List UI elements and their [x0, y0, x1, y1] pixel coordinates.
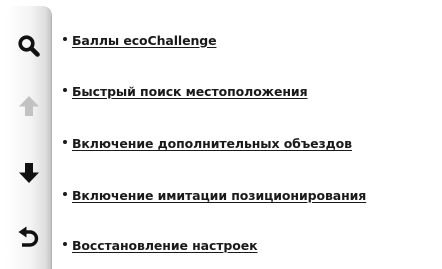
bullet-icon — [63, 88, 67, 92]
list-item[interactable]: Восстановление настроек — [60, 232, 258, 258]
search-icon — [17, 34, 41, 58]
scroll-up-button[interactable] — [6, 86, 51, 126]
scroll-down-button[interactable] — [6, 153, 51, 193]
list-item-label: Включение имитации позиционирования — [72, 187, 367, 203]
bullet-icon — [63, 192, 67, 196]
list-item-label: Баллы ecoChallenge — [72, 32, 217, 48]
list-item-label: Включение дополнительных объездов — [72, 135, 352, 151]
list-item[interactable]: Включение имитации позиционирования — [60, 182, 366, 208]
list-item[interactable]: Быстрый поиск местоположения — [60, 78, 308, 104]
list-item[interactable]: Включение дополнительных объездов — [60, 130, 352, 156]
list-item-label: Восстановление настроек — [72, 237, 258, 253]
back-button[interactable] — [6, 218, 51, 258]
settings-list-screen: Баллы ecoChallenge Быстрый поиск местопо… — [0, 0, 442, 269]
back-icon — [17, 226, 41, 250]
settings-list: Баллы ecoChallenge Быстрый поиск местопо… — [60, 0, 430, 269]
bullet-icon — [63, 37, 67, 41]
arrow-up-icon — [17, 94, 41, 118]
navigation-sidebar — [6, 6, 51, 269]
arrow-down-icon — [17, 161, 41, 185]
bullet-icon — [63, 242, 67, 246]
bullet-icon — [63, 140, 67, 144]
search-button[interactable] — [6, 26, 51, 66]
list-item-label: Быстрый поиск местоположения — [72, 83, 308, 99]
list-item[interactable]: Баллы ecoChallenge — [60, 27, 217, 53]
